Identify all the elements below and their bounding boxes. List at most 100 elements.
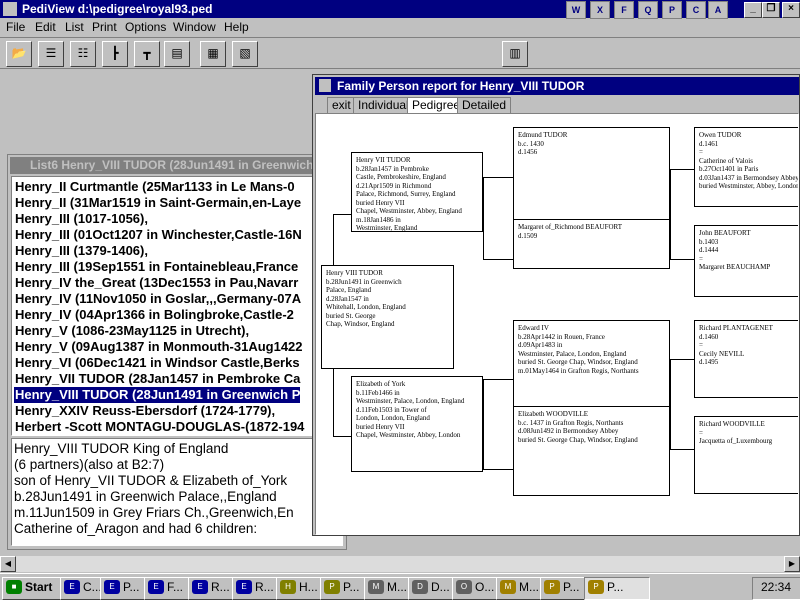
- menu-help[interactable]: Help: [224, 20, 249, 34]
- box-text-line: b.c. 1437 in Grafton Regis, Northants: [518, 418, 624, 427]
- list-item[interactable]: Henry_III (1017-1056),: [14, 211, 148, 227]
- connector-line: [670, 259, 694, 260]
- app-task-icon: P: [588, 580, 604, 594]
- report-icon[interactable]: ▤: [164, 41, 190, 67]
- pedigree-chart[interactable]: Henry VII TUDOR b.28Jan1457 in Pembroke Ca…: [315, 113, 799, 535]
- detail-line: b.28Jun1491 in Greenwich Palace,,England: [14, 489, 277, 504]
- list-item[interactable]: Henry_IV the_Great (13Dec1553 in Pau,Nav…: [14, 275, 298, 291]
- detail-line: (6 partners)(also at B2:7): [14, 457, 165, 472]
- tab-detailed[interactable]: Detailed: [457, 97, 512, 113]
- box-text-line: Catherine of Valois: [699, 156, 753, 165]
- menu-print[interactable]: Print: [92, 20, 117, 34]
- paint-icon[interactable]: P: [662, 1, 682, 19]
- mother-box[interactable]: Elizabeth of York b.11Feb1466 in Westminst…: [351, 376, 483, 472]
- scroll-right-icon[interactable]: ▶: [784, 556, 800, 572]
- list-item[interactable]: Henry_III (1379-1406),: [14, 243, 148, 259]
- taskbar-label: P...: [607, 580, 624, 594]
- menu-file[interactable]: File: [6, 20, 25, 34]
- minimize-button[interactable]: _: [744, 2, 762, 18]
- paternal-grandfather-box[interactable]: Edmund TUDOR b.c. 1430 d.1456: [513, 127, 670, 225]
- person-icon[interactable]: [319, 79, 331, 92]
- list-item[interactable]: Herbert -Scott MONTAGU-DOUGLAS-(1872-194: [14, 419, 304, 435]
- menu-edit[interactable]: Edit: [35, 20, 56, 34]
- tab-exit[interactable]: exit: [327, 97, 356, 113]
- tab-individual[interactable]: Individual: [353, 97, 414, 113]
- list-item[interactable]: Henry_V (1086-23May1125 in Utrecht),: [14, 323, 249, 339]
- box-text-line: =: [699, 341, 703, 349]
- report-tabs: exit Individual Pedigree Detailed: [315, 96, 799, 113]
- great-grandparents-box-3[interactable]: Richard PLANTAGENET d.1460 = Cecily NEVILL d…: [694, 320, 798, 398]
- query-icon[interactable]: Q: [638, 1, 658, 19]
- box-text-line: Richard PLANTAGENET: [699, 324, 773, 332]
- family-group-icon[interactable]: ▦: [200, 41, 226, 67]
- word-icon[interactable]: W: [566, 1, 586, 19]
- box-text-line: Chapel, Westminster, Abbey, England: [356, 207, 462, 215]
- person-list[interactable]: Henry_II Curtmantle (25Mar1133 in Le Man…: [11, 176, 343, 436]
- menu-window[interactable]: Window: [173, 20, 216, 34]
- chart-icon[interactable]: ▧: [232, 41, 258, 67]
- scroll-left-icon[interactable]: ◀: [0, 556, 16, 572]
- list-item[interactable]: Henry_VII TUDOR (28Jan1457 in Pembroke C…: [14, 371, 300, 387]
- list-item[interactable]: Henry_III (19Sep1551 in Fontainebleau,Fr…: [14, 259, 298, 275]
- box-text-line: Cecily NEVILL: [699, 349, 745, 358]
- paternal-grandmother-box[interactable]: Margaret of_Richmond BEAUFORT d.1509: [513, 219, 670, 269]
- taskbar-label: F...: [167, 580, 184, 594]
- app-task-icon: E: [192, 580, 208, 594]
- box-text-line: b.28Jun1491 in Greenwich: [326, 277, 402, 286]
- taskbar-item-active[interactable]: P P...: [584, 577, 650, 600]
- list-window-title[interactable]: List6 Henry_VIII TUDOR (28Jun1491 in Gre…: [10, 157, 344, 174]
- list-item[interactable]: Henry_V (09Aug1387 in Monmouth-31Aug1422: [14, 339, 303, 355]
- close-button[interactable]: ×: [782, 2, 800, 18]
- box-text-line: =: [699, 148, 703, 156]
- great-grandparents-box-1[interactable]: Owen TUDOR d.1461 = Catherine of Valois b.27…: [694, 127, 798, 207]
- menu-options[interactable]: Options: [125, 20, 166, 34]
- access-icon[interactable]: A: [708, 1, 728, 19]
- excel-icon[interactable]: X: [590, 1, 610, 19]
- list-item[interactable]: Henry_IV (11Nov1050 in Goslar,,,Germany-…: [14, 291, 301, 307]
- maternal-grandfather-box[interactable]: Edward IV b.28Apr1442 in Rouen, France d.0…: [513, 320, 670, 406]
- list-view-icon[interactable]: ☰: [38, 41, 64, 67]
- connector-line: [670, 449, 694, 450]
- restore-button[interactable]: ❐: [762, 2, 780, 18]
- list-item-selected[interactable]: Henry_VIII TUDOR (28Jun1491 in Greenwich…: [14, 387, 301, 403]
- horizontal-scrollbar[interactable]: ◀ ▶: [0, 556, 800, 572]
- father-box[interactable]: Henry VII TUDOR b.28Jan1457 in Pembroke Ca…: [351, 152, 483, 232]
- list-item[interactable]: Henry_II Curtmantle (25Mar1133 in Le Man…: [14, 179, 295, 195]
- pedigree-tree-icon[interactable]: ┳: [134, 41, 160, 67]
- box-text-line: Westminster, Palace, London, England: [518, 349, 627, 358]
- report-window-title[interactable]: Family Person report for Henry_VIII TUDO…: [315, 77, 799, 95]
- taskbar-label: R...: [211, 580, 230, 594]
- app-task-icon: P: [544, 580, 560, 594]
- box-text-line: d.1461: [699, 139, 719, 148]
- box-text-line: d.11Feb1503 in Tower of: [356, 405, 427, 414]
- maternal-grandmother-box[interactable]: Elizabeth WOODVILLE b.c. 1437 in Grafton …: [513, 406, 670, 496]
- person-detail-pane[interactable]: Henry_VIII TUDOR King of England (6 part…: [11, 438, 343, 546]
- connector-line: [483, 177, 484, 259]
- columns-icon[interactable]: ☷: [70, 41, 96, 67]
- great-grandparents-box-2[interactable]: John BEAUFORT b.1403 d.1444 = Margaret BEAUC…: [694, 225, 798, 297]
- app-icon[interactable]: [3, 2, 17, 16]
- list-item[interactable]: Henry_IV (04Apr1366 in Bolingbroke,Castl…: [14, 307, 294, 323]
- subject-box[interactable]: Henry VIII TUDOR b.28Jun1491 in Greenwich…: [321, 265, 454, 369]
- great-grandparents-box-4[interactable]: Richard WOODVILLE = Jacquetta of_Luxembour…: [694, 416, 798, 494]
- system-clock: 22:34: [752, 577, 800, 600]
- connector-line: [483, 469, 513, 470]
- connector-line: [483, 259, 513, 260]
- connector-line: [483, 177, 513, 178]
- calendar-icon[interactable]: C: [686, 1, 706, 19]
- list-item[interactable]: Henry_III (01Oct1207 in Winchester,Castl…: [14, 227, 302, 243]
- box-text-line: Chap, Windsor, England: [326, 320, 395, 328]
- open-folder-icon[interactable]: 📂: [6, 41, 32, 67]
- box-text-line: Jacquetta of_Luxembourg: [699, 437, 773, 445]
- descendant-tree-icon[interactable]: ┣: [102, 41, 128, 67]
- list-item[interactable]: Henry_XXIV Reuss-Ebersdorf (1724-1779),: [14, 403, 275, 419]
- scroll-track[interactable]: [16, 556, 784, 572]
- folder-icon[interactable]: F: [614, 1, 634, 19]
- menu-list[interactable]: List: [65, 20, 84, 34]
- box-text-line: d.1460: [699, 332, 719, 341]
- connector-line: [483, 379, 513, 380]
- person-tool-icon[interactable]: ▥: [502, 41, 528, 67]
- app-task-icon: H: [280, 580, 296, 594]
- list-item[interactable]: Henry_II (31Mar1519 in Saint-Germain,en-…: [14, 195, 301, 211]
- list-item[interactable]: Henry_VI (06Dec1421 in Windsor Castle,Be…: [14, 355, 300, 371]
